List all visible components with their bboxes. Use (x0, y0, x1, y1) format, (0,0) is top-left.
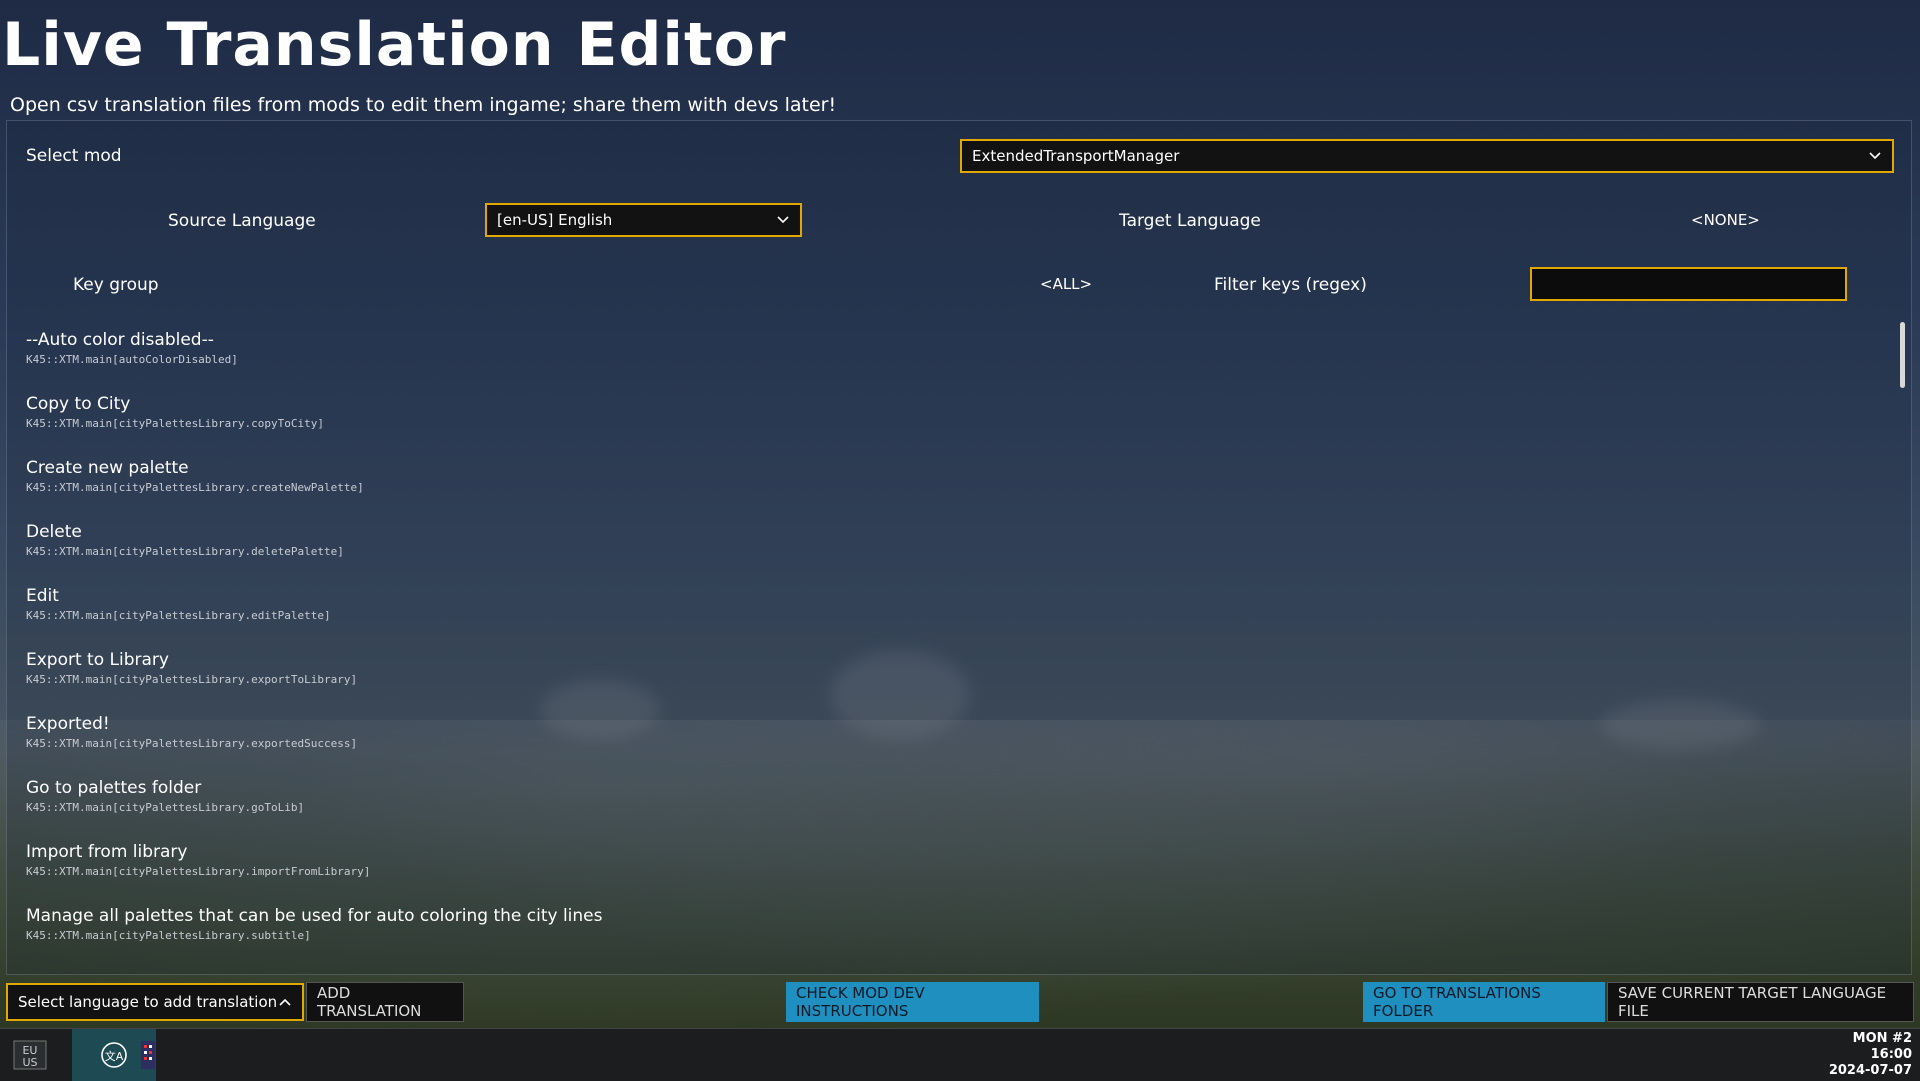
target-language-value[interactable]: <NONE> (1691, 211, 1760, 229)
list-item[interactable]: Go to palettes folder K45::XTM.main[city… (26, 778, 1876, 842)
entry-text: Export to Library (26, 650, 169, 670)
svg-text:US: US (22, 1056, 37, 1069)
taskbar: EU US 文A (0, 1028, 1920, 1081)
entry-key: K45::XTM.main[cityPalettesLibrary.copyTo… (26, 417, 325, 430)
list-item[interactable]: Export to Library K45::XTM.main[cityPale… (26, 650, 1876, 714)
key-group-label: Key group (73, 275, 159, 295)
list-item[interactable]: Exported! K45::XTM.main[cityPalettesLibr… (26, 714, 1876, 778)
entry-key: K45::XTM.main[cityPalettesLibrary.import… (26, 865, 371, 878)
eu-flag-icon[interactable]: EU US (2, 1029, 58, 1081)
page-subtitle: Open csv translation files from mods to … (10, 94, 837, 116)
list-scrollbar-thumb[interactable] (1900, 322, 1905, 388)
building-icon[interactable] (120, 1029, 176, 1081)
mod-select-value: ExtendedTransportManager (972, 147, 1180, 165)
check-instructions-button[interactable]: Check mod dev instructions (786, 982, 1039, 1022)
page-title: Live Translation Editor (2, 10, 787, 80)
chevron-up-icon (279, 998, 291, 1006)
source-language-label: Source Language (168, 211, 316, 231)
list-item[interactable]: Edit K45::XTM.main[cityPalettesLibrary.e… (26, 586, 1876, 650)
clock-date: 2024-07-07 (1828, 1063, 1912, 1078)
go-to-translations-folder-button[interactable]: Go to translations folder (1363, 982, 1605, 1022)
entry-text: Copy to City (26, 394, 131, 414)
list-item[interactable]: --Auto color disabled-- K45::XTM.main[au… (26, 330, 1876, 394)
entry-key: K45::XTM.main[cityPalettesLibrary.goToLi… (26, 801, 305, 814)
filter-keys-label: Filter keys (regex) (1214, 275, 1367, 295)
list-scrollbar[interactable] (1898, 322, 1906, 967)
key-group-value[interactable]: <ALL> (1040, 275, 1092, 293)
entry-text: Go to palettes folder (26, 778, 202, 798)
entry-key: K45::XTM.main[cityPalettesLibrary.create… (26, 481, 364, 494)
entry-text: Import from library (26, 842, 188, 862)
list-item[interactable]: Import from library K45::XTM.main[cityPa… (26, 842, 1876, 906)
list-item[interactable]: Copy to City K45::XTM.main[cityPalettesL… (26, 394, 1876, 458)
list-item[interactable]: Delete K45::XTM.main[cityPalettesLibrary… (26, 522, 1876, 586)
entry-key: K45::XTM.main[cityPalettesLibrary.export… (26, 673, 358, 686)
entry-text: Manage all palettes that can be used for… (26, 906, 603, 926)
entry-key: K45::XTM.main[cityPalettesLibrary.editPa… (26, 609, 331, 622)
entry-text: Create new palette (26, 458, 189, 478)
save-target-language-button[interactable]: Save current target language file (1607, 982, 1914, 1022)
source-language-dropdown[interactable]: [en-US] English (485, 203, 802, 237)
entry-key: K45::XTM.main[cityPalettesLibrary.subtit… (26, 929, 311, 942)
entry-key: K45::XTM.main[cityPalettesLibrary.export… (26, 737, 358, 750)
add-language-select[interactable]: Select language to add translation (6, 983, 304, 1021)
select-mod-label: Select mod (26, 146, 122, 166)
entry-text: --Auto color disabled-- (26, 330, 214, 350)
clock-day: MON #2 (1852, 1031, 1912, 1046)
entry-key: K45::XTM.main[autoColorDisabled] (26, 353, 238, 366)
clock-time: 16:00 (1870, 1047, 1912, 1062)
source-language-value: [en-US] English (497, 211, 613, 229)
chevron-down-icon (777, 216, 789, 224)
entry-text: Edit (26, 586, 59, 606)
entry-text: Delete (26, 522, 82, 542)
chevron-down-icon (1869, 152, 1881, 160)
translation-list: --Auto color disabled-- K45::XTM.main[au… (26, 330, 1876, 970)
game-clock: MON #2 16:00 2024-07-07 (1829, 1031, 1912, 1079)
list-item[interactable]: Manage all palettes that can be used for… (26, 906, 1876, 970)
mod-select-dropdown[interactable]: ExtendedTransportManager (960, 139, 1894, 173)
list-item[interactable]: Create new palette K45::XTM.main[cityPal… (26, 458, 1876, 522)
entry-text: Exported! (26, 714, 110, 734)
add-translation-button[interactable]: Add translation (306, 982, 464, 1022)
target-language-label: Target Language (1119, 211, 1261, 231)
entry-key: K45::XTM.main[cityPalettesLibrary.delete… (26, 545, 344, 558)
filter-keys-input[interactable] (1530, 267, 1847, 301)
add-language-select-value: Select language to add translation (18, 993, 278, 1011)
